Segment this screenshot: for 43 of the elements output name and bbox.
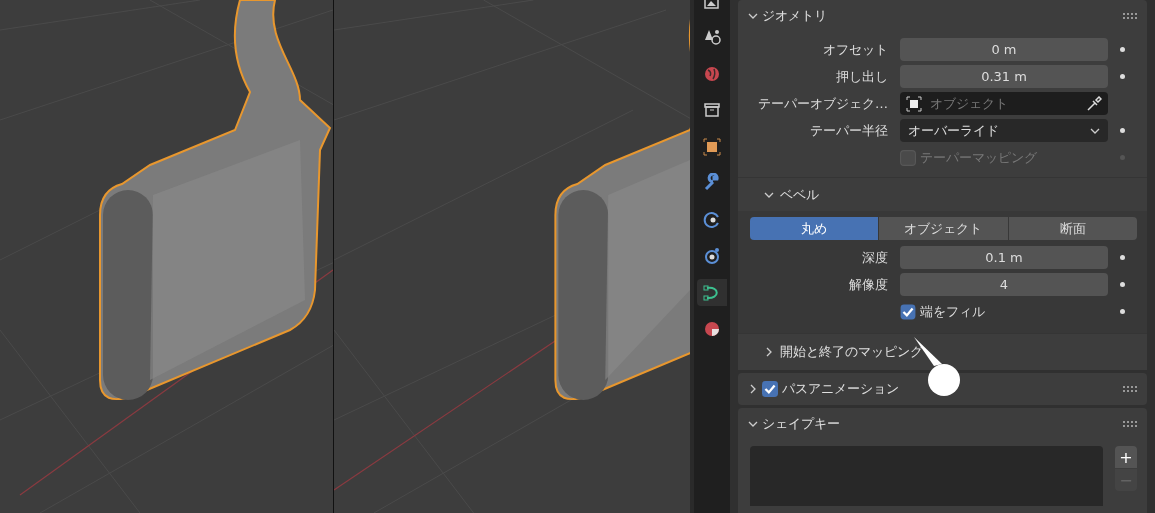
number-field[interactable]: 0.31 m bbox=[900, 65, 1108, 88]
number-field[interactable]: 4 bbox=[900, 273, 1108, 296]
panel-title: パスアニメーション bbox=[782, 380, 899, 398]
number-field[interactable]: 0.1 m bbox=[900, 246, 1108, 269]
panel-header[interactable]: シェイプキー bbox=[738, 408, 1147, 440]
curve-icon[interactable] bbox=[697, 279, 727, 306]
keyframe-dot[interactable] bbox=[1120, 255, 1125, 260]
field-label: オフセット bbox=[822, 40, 888, 59]
subpanel-title: 開始と終了のマッピング bbox=[780, 343, 923, 361]
checkbox-label: 端をフィル bbox=[920, 302, 985, 321]
viewport-drawing[interactable] bbox=[334, 0, 690, 513]
keyframe-dot[interactable] bbox=[1120, 309, 1125, 314]
keyframe-dot[interactable] bbox=[1120, 74, 1125, 79]
keyframe-dot[interactable] bbox=[1120, 128, 1125, 133]
checkbox[interactable] bbox=[900, 303, 916, 320]
mode-tab[interactable]: オブジェクト bbox=[879, 217, 1008, 240]
object-field[interactable]: オブジェクト bbox=[900, 92, 1108, 115]
drag-handle-icon[interactable] bbox=[1123, 386, 1137, 392]
subpanel-header[interactable]: 開始と終了のマッピング bbox=[738, 333, 1147, 370]
number-field[interactable]: 0 m bbox=[900, 38, 1108, 61]
keyframe-dot[interactable] bbox=[1120, 282, 1125, 287]
field-label: テーパーオブジェク… bbox=[757, 94, 888, 113]
object-icon bbox=[906, 95, 922, 112]
drag-handle-icon[interactable] bbox=[1123, 421, 1137, 427]
keyframe-dot[interactable] bbox=[1120, 155, 1125, 160]
drag-handle-icon[interactable] bbox=[1123, 13, 1137, 19]
eyedropper-icon[interactable] bbox=[1086, 95, 1102, 112]
checkbox[interactable] bbox=[762, 381, 778, 397]
field-label: 深度 bbox=[861, 248, 888, 267]
viewport-drawing[interactable] bbox=[0, 0, 333, 513]
subpanel-title: ベベル bbox=[780, 185, 819, 204]
field-label: テーパー半径 bbox=[809, 121, 888, 140]
panel-header[interactable]: ジオメトリ bbox=[738, 0, 1147, 32]
panel-title: ジオメトリ bbox=[762, 7, 827, 25]
list-button[interactable]: + bbox=[1115, 446, 1137, 468]
mode-tab[interactable]: 丸め bbox=[750, 217, 879, 240]
keyframe-dot[interactable] bbox=[1120, 47, 1125, 52]
pointer-drawing bbox=[912, 336, 962, 396]
panel-title: シェイプキー bbox=[762, 415, 840, 433]
field-label: 押し出し bbox=[835, 67, 888, 86]
dropdown[interactable]: オーバーライド bbox=[900, 119, 1108, 142]
mode-tab[interactable]: 断面 bbox=[1008, 217, 1137, 240]
field-label: 解像度 bbox=[848, 275, 888, 294]
